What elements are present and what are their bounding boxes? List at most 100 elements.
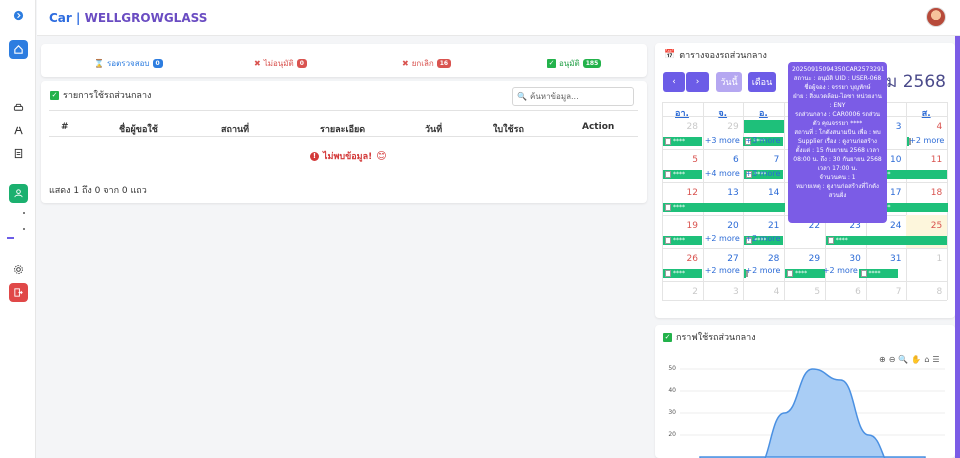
calendar-event[interactable]: **** — [858, 269, 898, 278]
more-events-link[interactable]: +2 more — [705, 266, 740, 275]
search-input[interactable]: 🔍 ค้นหาข้อมูล... — [512, 87, 634, 106]
event-label: **** — [868, 270, 881, 277]
day-number[interactable]: 2 — [662, 287, 698, 297]
day-number[interactable]: 4 — [743, 287, 780, 297]
stat-label: อนุมัติ — [559, 59, 580, 68]
today-button[interactable]: วันนี้ — [716, 72, 742, 92]
more-events-link[interactable]: +2 more — [705, 234, 740, 243]
route-icon[interactable] — [9, 121, 28, 140]
no-data-text: ไม่พบข้อมูล! — [323, 152, 373, 162]
document-icon — [665, 204, 671, 211]
day-number[interactable]: 5 — [662, 155, 698, 165]
tooltip-line: ตั้งแต่ : 15 กันยายน 2568 เวลา 08:00 น. … — [793, 147, 882, 172]
event-label: **** — [673, 204, 685, 211]
day-number[interactable]: 13 — [703, 188, 738, 198]
more-events-link[interactable]: +4 more — [705, 169, 740, 178]
calendar-event[interactable]: **** — [663, 170, 702, 179]
calendar-event[interactable]: **** — [663, 269, 702, 278]
more-events-link[interactable]: +3 more — [745, 136, 780, 145]
grid-line — [662, 248, 947, 249]
calendar-event[interactable]: **** — [663, 137, 702, 146]
day-number[interactable]: 28 — [743, 254, 779, 264]
document-icon — [665, 237, 671, 244]
col-location: สถานที่ — [221, 125, 250, 135]
calendar-event[interactable]: **** — [785, 269, 826, 278]
more-events-link[interactable]: +2 more — [745, 266, 780, 275]
menu-toggle-icon[interactable] — [9, 6, 28, 25]
divider — [49, 110, 638, 111]
gear-icon[interactable] — [9, 260, 28, 279]
y-tick-label: 20 — [668, 431, 676, 438]
check-icon: ✓ — [663, 332, 672, 342]
avatar[interactable] — [926, 7, 946, 27]
brand[interactable]: Car | WELLGROWGLASS — [49, 11, 207, 25]
menu-dot — [23, 228, 25, 230]
calendar-event[interactable]: **** — [825, 236, 947, 245]
check-icon: ✓ — [547, 59, 556, 68]
brand-name: WELLGROWGLASS — [84, 10, 208, 25]
month-view-button[interactable]: เดือน — [748, 72, 776, 92]
day-number[interactable]: 5 — [784, 287, 820, 297]
y-tick-label: 30 — [668, 409, 676, 416]
day-of-week-header: อา. — [675, 109, 689, 119]
day-number[interactable]: 20 — [703, 221, 738, 231]
home-icon[interactable] — [9, 40, 28, 59]
calendar-event[interactable]: **** — [663, 203, 785, 212]
day-of-week-header: อ. — [758, 109, 768, 119]
day-number[interactable]: 21 — [743, 221, 779, 231]
day-number[interactable]: 8 — [906, 287, 942, 297]
day-number[interactable]: 29 — [703, 122, 738, 132]
stat-cancelled[interactable]: ✖ ยกเลิก 16 — [402, 57, 452, 70]
calendar-icon: 📅 — [664, 50, 676, 60]
grid-line — [662, 281, 947, 282]
day-number[interactable]: 28 — [662, 122, 698, 132]
document-icon[interactable] — [9, 144, 28, 163]
more-events-link[interactable]: +2 more — [823, 266, 858, 275]
day-number[interactable]: 29 — [784, 254, 820, 264]
document-icon — [860, 270, 867, 277]
cross-icon: ✖ — [254, 59, 261, 68]
day-number[interactable]: 31 — [866, 254, 901, 264]
stat-approved[interactable]: ✓ อนุมัติ 185 — [547, 57, 602, 70]
day-number[interactable]: 7 — [743, 155, 780, 165]
day-number[interactable]: 6 — [703, 155, 739, 165]
more-events-link[interactable]: +3 more — [745, 169, 780, 178]
usage-chart — [680, 368, 945, 458]
logout-icon[interactable] — [9, 283, 28, 302]
day-number[interactable]: 19 — [662, 221, 698, 231]
stat-pending[interactable]: ⌛ รอตรวจสอบ 0 — [94, 57, 163, 70]
car-icon[interactable] — [9, 98, 28, 117]
day-number[interactable]: 3 — [703, 287, 739, 297]
document-icon — [827, 237, 834, 244]
more-events-link[interactable]: +3 more — [705, 136, 740, 145]
day-number[interactable]: 1 — [906, 254, 942, 264]
calendar-event[interactable]: **** — [663, 236, 702, 245]
more-events-link[interactable]: +2 more — [745, 234, 780, 243]
stat-count: 185 — [582, 59, 602, 68]
tooltip-line: สถานะ : อนุมัติ UID : USER-068 ชื่อผู้จอ… — [793, 75, 882, 91]
user-icon[interactable] — [9, 184, 28, 203]
day-number[interactable]: 26 — [662, 254, 698, 264]
right-edge-bar — [955, 36, 960, 458]
prev-month-button[interactable]: ‹ — [663, 72, 685, 92]
chart-title-text: กราฟใช้รถส่วนกลาง — [676, 333, 756, 343]
y-tick-label: 40 — [668, 387, 676, 394]
calendar-title: 📅 ตารางจองรถส่วนกลาง — [664, 48, 767, 62]
day-number[interactable]: 7 — [866, 287, 902, 297]
event-label: **** — [673, 138, 685, 145]
day-number[interactable]: 27 — [703, 254, 738, 264]
tooltip-line: สถานที่ : โกดังสนามบิน เพื่อ : พบ Suppli… — [794, 129, 881, 145]
day-number[interactable]: 11 — [906, 155, 942, 165]
next-month-button[interactable]: › — [686, 72, 709, 92]
day-number[interactable]: 12 — [662, 188, 698, 198]
stat-rejected[interactable]: ✖ ไม่อนุมัติ 0 — [254, 57, 307, 70]
day-number[interactable]: 14 — [743, 188, 779, 198]
day-number[interactable]: 6 — [825, 287, 861, 297]
day-number[interactable]: 25 — [906, 221, 942, 231]
day-number[interactable]: 18 — [906, 188, 942, 198]
more-events-link[interactable]: +2 more — [909, 136, 944, 145]
day-number[interactable]: 4 — [906, 122, 942, 132]
col-car-slip: ใบใช้รถ — [493, 125, 524, 135]
day-number[interactable]: 30 — [825, 254, 860, 264]
event-bar[interactable] — [744, 120, 785, 133]
